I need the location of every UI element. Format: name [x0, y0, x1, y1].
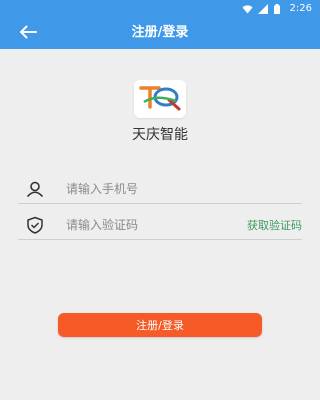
get-code-button[interactable]: 获取验证码 [247, 217, 302, 233]
phone-input[interactable] [52, 181, 302, 196]
toolbar: 注册/登录 [0, 17, 320, 49]
status-bar: 2:26 [0, 0, 320, 17]
signal-icon [257, 3, 268, 14]
wifi-icon [242, 4, 253, 14]
app-logo [134, 80, 186, 118]
code-input[interactable] [52, 217, 247, 232]
page-title: 注册/登录 [131, 25, 189, 40]
phone-row [18, 174, 302, 204]
user-icon [18, 181, 52, 197]
code-row: 获取验证码 [18, 210, 302, 240]
register-login-button[interactable]: 注册/登录 [58, 313, 262, 337]
shield-icon [18, 216, 52, 234]
app-name: 天庆智能 [132, 127, 188, 143]
tq-logo-icon [138, 82, 182, 116]
battery-icon [273, 3, 284, 14]
status-time: 2:26 [289, 3, 312, 14]
